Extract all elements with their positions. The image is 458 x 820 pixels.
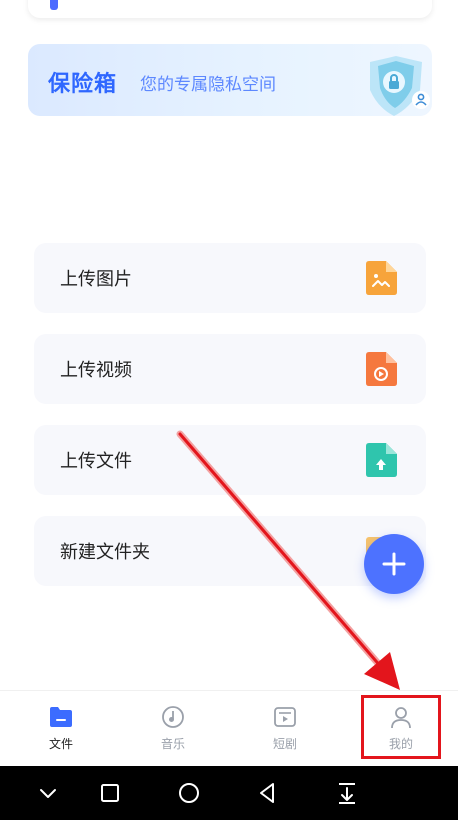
tab-label: 音乐 bbox=[160, 737, 185, 751]
music-disc-icon bbox=[162, 706, 184, 728]
menu-item-label: 新建文件夹 bbox=[60, 542, 150, 563]
tab-music[interactable]: 音乐 bbox=[116, 691, 230, 767]
vault-subtitle: 您的专属隐私空间 bbox=[140, 75, 276, 95]
add-fab-button[interactable] bbox=[364, 534, 424, 594]
menu-item-upload-image[interactable]: 上传图片 bbox=[34, 243, 426, 313]
tab-label: 短剧 bbox=[272, 737, 297, 751]
notice-icon bbox=[50, 0, 58, 10]
tab-files[interactable]: 文件 bbox=[4, 691, 118, 767]
tab-label: 文件 bbox=[48, 737, 73, 751]
menu-item-label: 上传视频 bbox=[60, 360, 132, 381]
plus-icon bbox=[382, 552, 406, 576]
shield-lock-icon bbox=[370, 56, 430, 116]
square-icon[interactable] bbox=[98, 781, 122, 805]
vault-title: 保险箱 bbox=[48, 72, 118, 97]
top-notice-card[interactable] bbox=[28, 0, 432, 18]
video-file-icon bbox=[366, 352, 397, 386]
download-bar-icon[interactable] bbox=[335, 781, 359, 805]
menu-item-upload-video[interactable]: 上传视频 bbox=[34, 334, 426, 404]
tab-short-drama[interactable]: 短剧 bbox=[228, 691, 342, 767]
menu-item-upload-file[interactable]: 上传文件 bbox=[34, 425, 426, 495]
back-triangle-icon[interactable] bbox=[256, 781, 280, 805]
circle-icon[interactable] bbox=[177, 781, 201, 805]
menu-item-label: 上传文件 bbox=[60, 451, 132, 472]
upload-file-icon bbox=[366, 443, 397, 477]
image-file-icon bbox=[366, 261, 397, 295]
chevron-down-icon[interactable] bbox=[36, 781, 60, 805]
menu-item-label: 上传图片 bbox=[60, 269, 132, 290]
play-screen-icon bbox=[274, 707, 296, 727]
system-nav-bar bbox=[0, 766, 458, 820]
folder-icon bbox=[50, 707, 72, 727]
highlight-box bbox=[361, 695, 441, 759]
vault-banner[interactable]: 保险箱 您的专属隐私空间 bbox=[28, 44, 432, 116]
